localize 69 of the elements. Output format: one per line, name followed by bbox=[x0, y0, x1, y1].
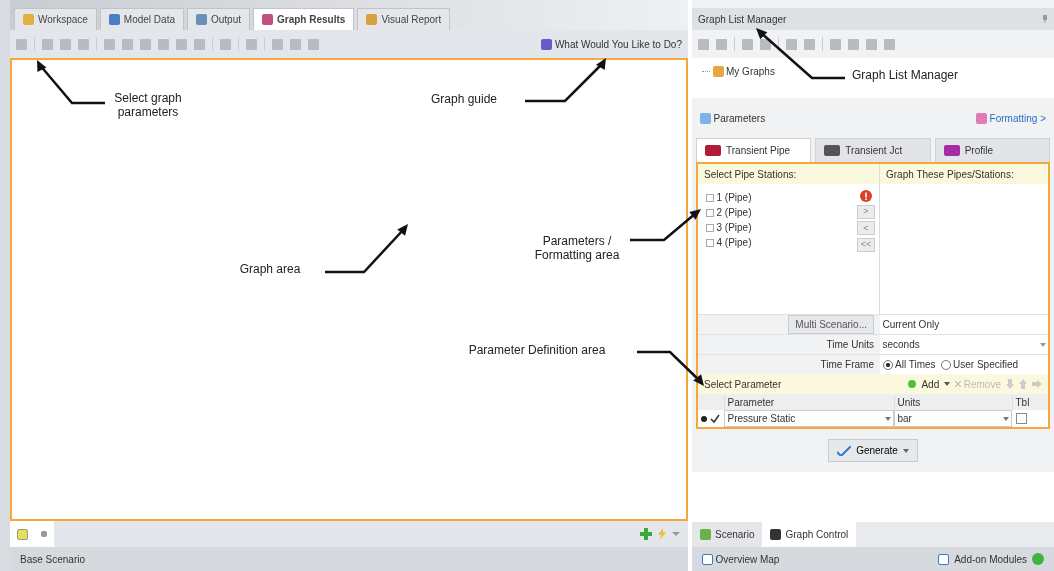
plus-icon[interactable] bbox=[640, 528, 652, 540]
station-item[interactable]: 1 (Pipe) bbox=[706, 190, 857, 205]
section-title: Parameters bbox=[713, 111, 766, 126]
time-units-dropdown[interactable]: seconds bbox=[880, 337, 1048, 352]
formatting-link[interactable]: Formatting > bbox=[989, 110, 1046, 126]
toolbar-icon[interactable] bbox=[760, 38, 771, 50]
status-text: Base Scenario bbox=[20, 552, 86, 567]
field-value: Current Only bbox=[881, 318, 941, 332]
callout-label: Graph guide bbox=[429, 93, 498, 107]
checkbox[interactable] bbox=[710, 413, 720, 424]
dropdown-icon[interactable] bbox=[1002, 416, 1009, 421]
graph-tab-icon bbox=[16, 528, 28, 540]
main-tab[interactable]: Visual Report bbox=[357, 8, 451, 30]
row-pointer-icon bbox=[701, 415, 707, 422]
field-label: Time Units bbox=[698, 335, 880, 354]
dropdown-icon[interactable] bbox=[884, 416, 891, 421]
callout-label: Parameter Definition area bbox=[467, 344, 607, 358]
graph-tab[interactable] bbox=[10, 521, 54, 547]
column-header: Tbl bbox=[1012, 394, 1030, 410]
down-arrow-icon[interactable] bbox=[1006, 379, 1014, 389]
radio-option[interactable]: User Specified bbox=[940, 357, 1019, 372]
cross-icon bbox=[955, 381, 962, 387]
checkmark-icon bbox=[837, 445, 852, 456]
panel-tab[interactable]: Scenario bbox=[692, 522, 763, 547]
radio-option[interactable]: All Times bbox=[882, 357, 936, 372]
status-dot-icon bbox=[1032, 553, 1044, 565]
callout-label: Select graph parameters bbox=[113, 92, 183, 120]
callout-label: Graph List Manager bbox=[850, 69, 960, 83]
main-tab[interactable]: Graph Results bbox=[253, 8, 355, 30]
main-tab[interactable]: Output bbox=[187, 8, 250, 30]
field-label: Time Frame bbox=[698, 355, 880, 374]
overview-map-link[interactable]: Overview Map bbox=[715, 551, 780, 567]
lightning-icon[interactable] bbox=[657, 528, 667, 540]
station-item[interactable]: 4 (Pipe) bbox=[706, 235, 857, 250]
right-arrow-icon[interactable] bbox=[1032, 380, 1042, 388]
generate-button[interactable]: Generate bbox=[828, 439, 918, 462]
section-title: Select Parameter bbox=[704, 377, 782, 392]
callout-arrow bbox=[637, 350, 704, 386]
pin-icon[interactable] bbox=[1042, 15, 1048, 23]
checkbox[interactable] bbox=[1016, 413, 1027, 424]
add-icon bbox=[908, 380, 917, 388]
main-tab[interactable]: Model Data bbox=[99, 8, 184, 30]
column-header: Parameter bbox=[724, 394, 894, 410]
parameter-tab[interactable]: Transient Pipe bbox=[696, 138, 812, 162]
station-item[interactable]: 3 (Pipe) bbox=[706, 220, 857, 235]
callout-label: Graph area bbox=[238, 263, 302, 277]
column-header: Graph These Pipes/Stations: bbox=[880, 164, 1048, 184]
up-arrow-icon[interactable] bbox=[1019, 379, 1027, 389]
guide-link[interactable]: What Would You Like to Do? bbox=[541, 36, 682, 52]
dropdown-value[interactable]: bar bbox=[897, 411, 912, 426]
column-header: Select Pipe Stations: bbox=[698, 164, 880, 184]
add-on-modules-link[interactable]: Add-on Modules bbox=[954, 551, 1027, 567]
dropdown-icon[interactable] bbox=[902, 448, 909, 453]
panel-tab[interactable]: Graph Control bbox=[762, 522, 857, 547]
panel-title: Graph List Manager bbox=[698, 12, 787, 27]
window-icon bbox=[938, 553, 950, 565]
callout-arrow bbox=[630, 209, 701, 242]
callout-arrow bbox=[37, 60, 105, 105]
parameter-tab[interactable]: Profile bbox=[934, 138, 1050, 162]
station-item[interactable]: 2 (Pipe) bbox=[706, 205, 857, 220]
callout-label: Parameters / Formatting area bbox=[533, 235, 621, 263]
dropdown-icon[interactable] bbox=[944, 382, 951, 386]
column-header: Units bbox=[894, 394, 1012, 410]
map-window-icon bbox=[702, 553, 713, 565]
multi-scenario-button[interactable]: Multi Scenario... bbox=[788, 315, 874, 334]
error-icon bbox=[860, 190, 872, 202]
add-button[interactable]: Add bbox=[921, 376, 940, 392]
main-tab[interactable]: Workspace bbox=[14, 8, 97, 30]
parameter-tab[interactable]: Transient Jct bbox=[815, 138, 931, 162]
